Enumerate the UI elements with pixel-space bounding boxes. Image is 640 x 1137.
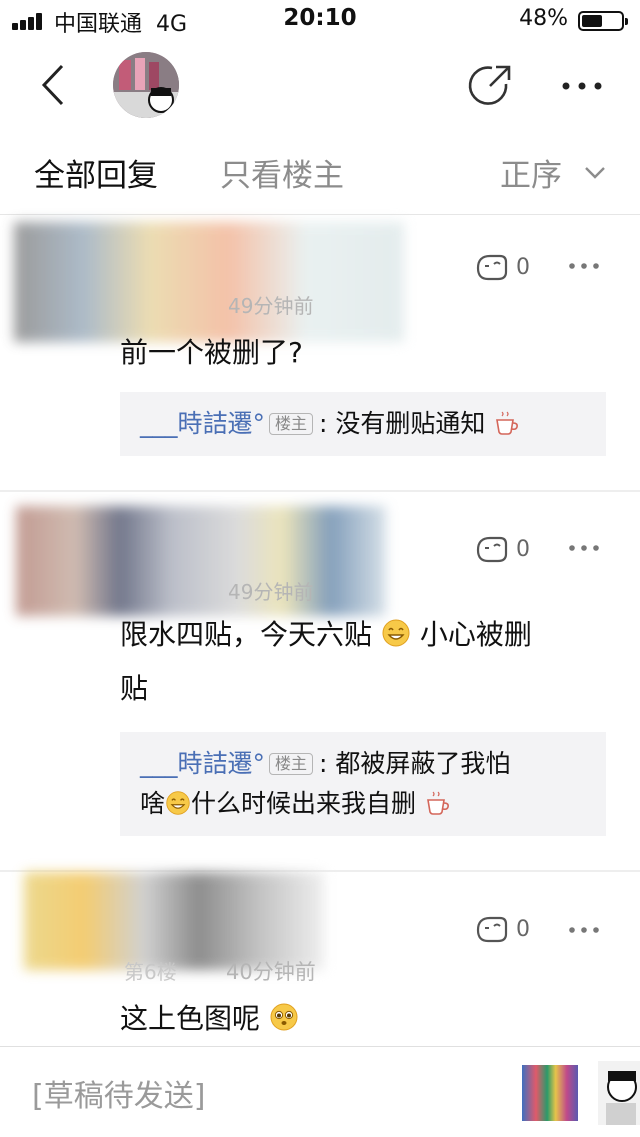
sub-reply-box[interactable]: ___時詰遷° 楼主: 都被屏蔽了我怕 啥 什么时候出来我自删 bbox=[120, 732, 606, 836]
avatar-image bbox=[598, 1061, 640, 1125]
like-icon bbox=[476, 916, 508, 943]
post-more-icon[interactable] bbox=[568, 542, 600, 554]
sub-reply-box[interactable]: ___時詰遷° 楼主: 没有删贴通知 bbox=[120, 392, 606, 456]
share-button[interactable] bbox=[466, 62, 514, 110]
bottom-input-bar: [草稿待发送] bbox=[0, 1046, 640, 1137]
reply-input[interactable]: [草稿待发送] bbox=[32, 1071, 205, 1115]
like-button[interactable]: 0 bbox=[474, 534, 530, 564]
post-floor: 第6楼 bbox=[124, 960, 177, 984]
sub-reply-text: 啥 bbox=[140, 789, 166, 818]
smile-emoji-icon bbox=[166, 791, 190, 815]
like-count: 0 bbox=[516, 916, 530, 942]
more-icon bbox=[562, 82, 602, 90]
op-badge: 楼主 bbox=[269, 413, 314, 435]
battery-icon bbox=[578, 11, 628, 31]
post-content: 这上色图呢 bbox=[120, 992, 600, 1046]
reply-post: 49分钟前 0 限水四贴，今天六贴 小心被删 贴 ___時詰遷° 楼主: 都被屏蔽… bbox=[0, 492, 640, 870]
pleading-emoji-icon bbox=[270, 1003, 298, 1031]
nav-bar bbox=[0, 40, 640, 132]
sub-reply-text: 都被屏蔽了我怕 bbox=[335, 749, 511, 778]
post-more-icon[interactable] bbox=[568, 924, 600, 936]
redacted-user-info bbox=[16, 506, 386, 616]
tab-all-replies[interactable]: 全部回复 bbox=[34, 150, 158, 195]
op-badge: 楼主 bbox=[269, 753, 314, 775]
battery-percent: 48% bbox=[519, 6, 568, 31]
sub-reply-author[interactable]: ___時詰遷° bbox=[140, 749, 265, 778]
reply-post: 第6楼 40分钟前 0 这上色图呢 bbox=[0, 872, 640, 1046]
attached-image-thumbnail[interactable] bbox=[522, 1065, 578, 1121]
smile-emoji-icon bbox=[382, 619, 410, 647]
sub-reply-text: 什么时候出来我自删 bbox=[191, 789, 417, 818]
like-count: 0 bbox=[516, 536, 530, 562]
coffee-emoji-icon bbox=[496, 411, 519, 435]
sort-dropdown[interactable]: 正序 bbox=[500, 150, 606, 195]
avatar-image bbox=[113, 52, 179, 118]
redacted-user-info bbox=[14, 222, 404, 342]
post-more-icon[interactable] bbox=[568, 260, 600, 272]
post-time: 49分钟前 bbox=[228, 294, 314, 318]
post-content: 前一个被删了? bbox=[120, 336, 303, 369]
thread-avatar[interactable] bbox=[113, 52, 179, 118]
tab-op-only[interactable]: 只看楼主 bbox=[220, 150, 344, 195]
chevron-down-icon bbox=[585, 166, 605, 179]
post-time: 49分钟前 bbox=[228, 580, 314, 604]
sub-reply: ___時詰遷° 楼主: 都被屏蔽了我怕 啥 什么时候出来我自删 bbox=[140, 749, 511, 818]
like-button[interactable]: 0 bbox=[474, 914, 530, 944]
chevron-left-icon bbox=[41, 64, 64, 106]
status-bar: 中国联通 4G 20:10 48% bbox=[0, 0, 640, 40]
post-time: 40分钟前 bbox=[226, 960, 316, 984]
attached-image-thumbnail[interactable] bbox=[598, 1061, 640, 1125]
sub-reply: ___時詰遷° 楼主: 没有删贴通知 bbox=[120, 392, 606, 444]
like-count: 0 bbox=[516, 254, 530, 280]
sort-label: 正序 bbox=[500, 158, 562, 194]
like-icon bbox=[476, 254, 508, 281]
more-button[interactable] bbox=[560, 72, 604, 100]
sub-reply-text: 没有删贴通知 bbox=[335, 409, 486, 438]
post-content: 限水四贴，今天六贴 小心被删 贴 bbox=[120, 618, 532, 705]
reply-post: 49分钟前 0 前一个被删了? ___時詰遷° 楼主: 没有删贴通知 bbox=[0, 216, 640, 490]
coffee-emoji-icon bbox=[427, 791, 449, 815]
back-button[interactable] bbox=[30, 60, 80, 110]
reply-tabs: 全部回复 只看楼主 正序 bbox=[0, 132, 640, 215]
share-icon bbox=[468, 65, 511, 105]
like-button[interactable]: 0 bbox=[474, 252, 530, 282]
sub-reply-author[interactable]: ___時詰遷° bbox=[140, 409, 265, 438]
like-icon bbox=[476, 536, 508, 563]
